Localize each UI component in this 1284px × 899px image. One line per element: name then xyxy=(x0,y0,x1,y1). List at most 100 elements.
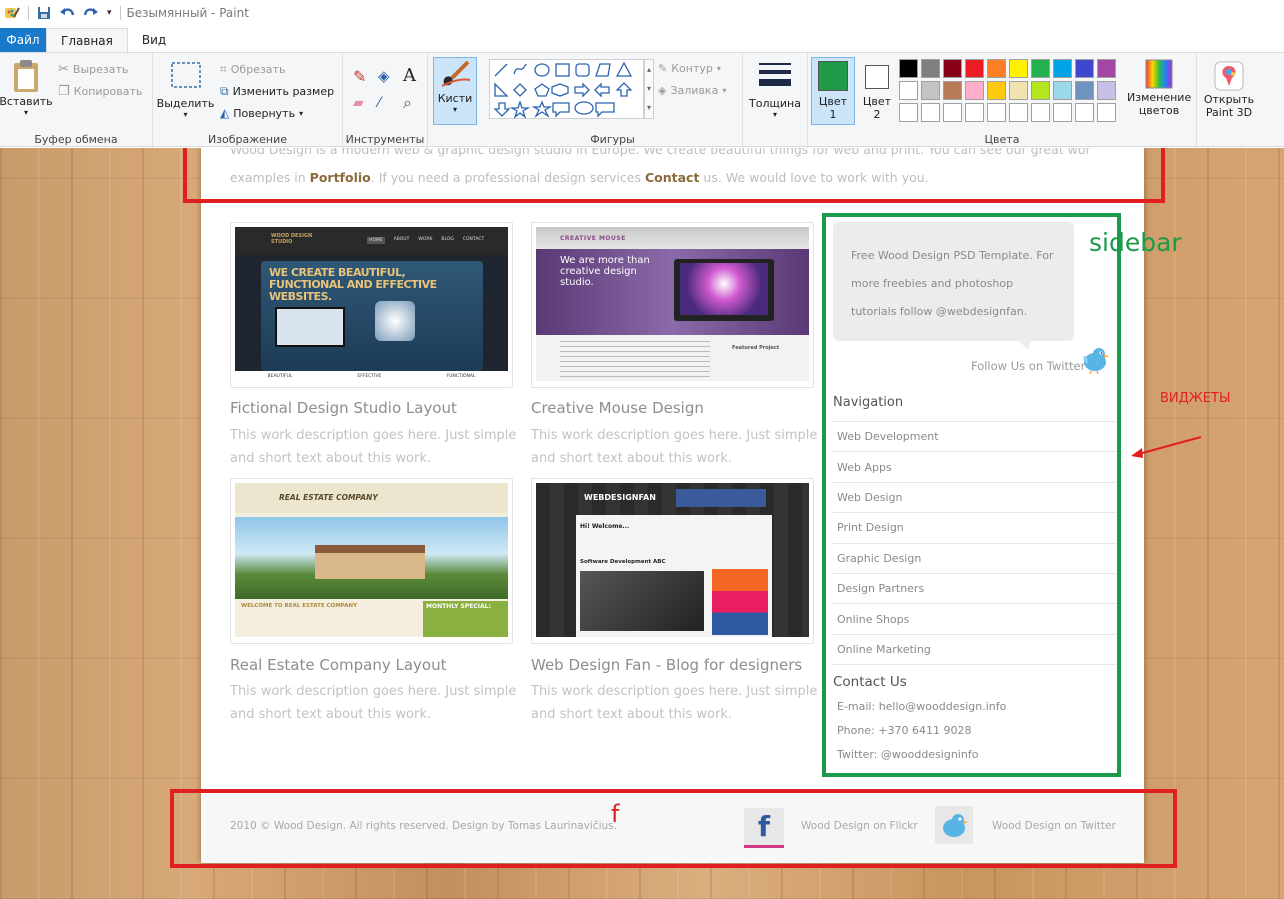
text-tool-icon[interactable]: A xyxy=(403,65,416,86)
palette-swatch[interactable] xyxy=(1009,81,1028,100)
palette-swatch[interactable] xyxy=(965,59,984,78)
palette-swatch[interactable] xyxy=(1009,103,1028,122)
palette-swatch[interactable] xyxy=(965,81,984,100)
palette-swatch[interactable] xyxy=(1031,81,1050,100)
shapes-gallery[interactable] xyxy=(489,59,644,119)
ribbon-tabs: Файл Главная Вид xyxy=(0,28,1284,52)
portfolio-thumb-4[interactable]: WEBDESIGNFAN Hi! Welcome... Software Dev… xyxy=(531,478,814,644)
fill-label: Заливка xyxy=(670,84,719,97)
palette-swatch[interactable] xyxy=(1031,59,1050,78)
undo-icon[interactable] xyxy=(59,6,75,20)
palette-swatch[interactable] xyxy=(987,103,1006,122)
palette-swatch[interactable] xyxy=(921,81,940,100)
fill-icon: ◈ xyxy=(658,84,667,97)
copy-button[interactable]: ❐ Копировать xyxy=(58,84,142,99)
clipboard-group: Вставить ▾ ✂ Вырезать ❐ Копировать Буфер… xyxy=(0,53,153,148)
shapes-gallery-scroll[interactable]: ▴ ▾ ▾ xyxy=(644,59,654,119)
clipboard-group-label: Буфер обмена xyxy=(34,133,118,146)
pencil-icon[interactable]: ✎ xyxy=(353,67,366,86)
color1-label: Цвет xyxy=(818,95,848,108)
canvas[interactable]: Wood Design is a modern web & graphic de… xyxy=(0,148,1284,899)
portfolio-title-3[interactable]: Real Estate Company Layout xyxy=(230,656,446,674)
brushes-button[interactable]: Кисти ▾ xyxy=(433,57,477,125)
chevron-down-icon: ▾ xyxy=(183,110,188,119)
annotation-sidebar-label: sidebar xyxy=(1089,228,1182,257)
palette-swatch[interactable] xyxy=(899,81,918,100)
palette-swatch[interactable] xyxy=(1053,103,1072,122)
portfolio-title-2[interactable]: Creative Mouse Design xyxy=(531,399,704,417)
separator xyxy=(119,6,121,20)
thumb-1-nav-item: WORK xyxy=(418,237,433,242)
palette-swatch[interactable] xyxy=(1053,59,1072,78)
thumb-2-body-text xyxy=(560,341,710,377)
outline-button[interactable]: ✎ Контур ▾ xyxy=(658,62,721,75)
palette-swatch[interactable] xyxy=(1097,103,1116,122)
palette-swatch[interactable] xyxy=(987,59,1006,78)
palette-swatch[interactable] xyxy=(1009,59,1028,78)
palette-swatch[interactable] xyxy=(1075,81,1094,100)
palette-swatch[interactable] xyxy=(943,103,962,122)
size-button[interactable]: Толщина ▾ xyxy=(747,61,803,119)
tab-home[interactable]: Главная xyxy=(46,28,128,52)
thumb-3-logo: REAL ESTATE COMPANY xyxy=(279,493,378,502)
palette-swatch[interactable] xyxy=(899,103,918,122)
crop-label: Обрезать xyxy=(230,63,286,76)
annotation-footer-box xyxy=(170,789,1177,868)
paint-app-icon xyxy=(5,7,20,18)
palette-swatch[interactable] xyxy=(943,81,962,100)
portfolio-desc-4: This work description goes here. Just si… xyxy=(531,684,818,722)
thumb-2-laptop-screen xyxy=(680,263,768,315)
edit-colors-label: Изменение цветов xyxy=(1127,91,1192,117)
title-bar: ▾ Безымянный - Paint xyxy=(0,0,1284,26)
portfolio-thumb-3[interactable]: REAL ESTATE COMPANY WELCOME TO REAL ESTA… xyxy=(230,478,513,644)
color2-swatch xyxy=(865,65,889,89)
palette-swatch[interactable] xyxy=(1075,59,1094,78)
resize-label: Изменить размер xyxy=(232,85,335,98)
thumb-2-image: CREATIVE MOUSE We are more than creative… xyxy=(536,227,809,381)
chevron-down-icon: ▾ xyxy=(452,105,457,114)
palette-swatch[interactable] xyxy=(1031,103,1050,122)
resize-button[interactable]: ⧉ Изменить размер xyxy=(220,84,334,99)
thumb-4-image: WEBDESIGNFAN Hi! Welcome... Software Dev… xyxy=(536,483,809,637)
cut-button[interactable]: ✂ Вырезать xyxy=(58,62,128,77)
palette-swatch[interactable] xyxy=(921,59,940,78)
color2-button[interactable]: Цвет 2 xyxy=(858,57,896,125)
outline-label: Контур xyxy=(671,62,713,75)
thumb-1-nav-item: ABOUT xyxy=(393,237,410,242)
select-button[interactable]: Выделить ▾ xyxy=(157,61,214,119)
palette-swatch[interactable] xyxy=(899,59,918,78)
magnifier-icon[interactable]: ⌕ xyxy=(403,93,412,113)
paste-button[interactable]: Вставить ▾ xyxy=(0,59,53,117)
crop-button[interactable]: ⌗ Обрезать xyxy=(220,62,285,77)
annotation-widgets-label: ВИДЖЕТЫ xyxy=(1160,391,1231,406)
eraser-icon[interactable]: ▰ xyxy=(353,95,364,111)
edit-colors-button[interactable]: Изменение цветов xyxy=(1126,59,1192,117)
rotate-button[interactable]: ◭ Повернуть ▾ xyxy=(220,106,303,120)
portfolio-title-4[interactable]: Web Design Fan - Blog for designers xyxy=(531,656,802,674)
portfolio-thumb-2[interactable]: CREATIVE MOUSE We are more than creative… xyxy=(531,222,814,388)
palette-swatch[interactable] xyxy=(1053,81,1072,100)
palette-swatch[interactable] xyxy=(1097,81,1116,100)
fill-bucket-icon[interactable]: ◈ xyxy=(378,67,390,85)
redo-icon[interactable] xyxy=(83,6,99,20)
tab-file[interactable]: Файл xyxy=(0,28,46,52)
customize-qa-dropdown-icon[interactable]: ▾ xyxy=(107,8,112,18)
color1-button[interactable]: Цвет 1 xyxy=(811,57,855,125)
save-icon[interactable] xyxy=(37,6,51,20)
color1-swatch xyxy=(818,61,848,91)
portfolio-title-1[interactable]: Fictional Design Studio Layout xyxy=(230,399,457,417)
chevron-down-icon: ▾ xyxy=(772,110,777,119)
palette-swatch[interactable] xyxy=(1097,59,1116,78)
color-picker-icon[interactable]: ⁄ xyxy=(378,95,380,111)
fill-button[interactable]: ◈ Заливка ▾ xyxy=(658,84,726,97)
portfolio-thumb-1[interactable]: WOOD DESIGN STUDIO HOME ABOUT WORK BLOG … xyxy=(230,222,513,388)
thumb-1-nav-item: BLOG xyxy=(441,237,454,242)
tab-view[interactable]: Вид xyxy=(128,28,180,52)
palette-swatch[interactable] xyxy=(921,103,940,122)
thumb-4-post-title: Software Development ABC xyxy=(580,559,666,565)
palette-swatch[interactable] xyxy=(965,103,984,122)
palette-swatch[interactable] xyxy=(943,59,962,78)
palette-swatch[interactable] xyxy=(1075,103,1094,122)
open-paint3d-button[interactable]: Открыть Paint 3D xyxy=(1199,61,1259,119)
palette-swatch[interactable] xyxy=(987,81,1006,100)
